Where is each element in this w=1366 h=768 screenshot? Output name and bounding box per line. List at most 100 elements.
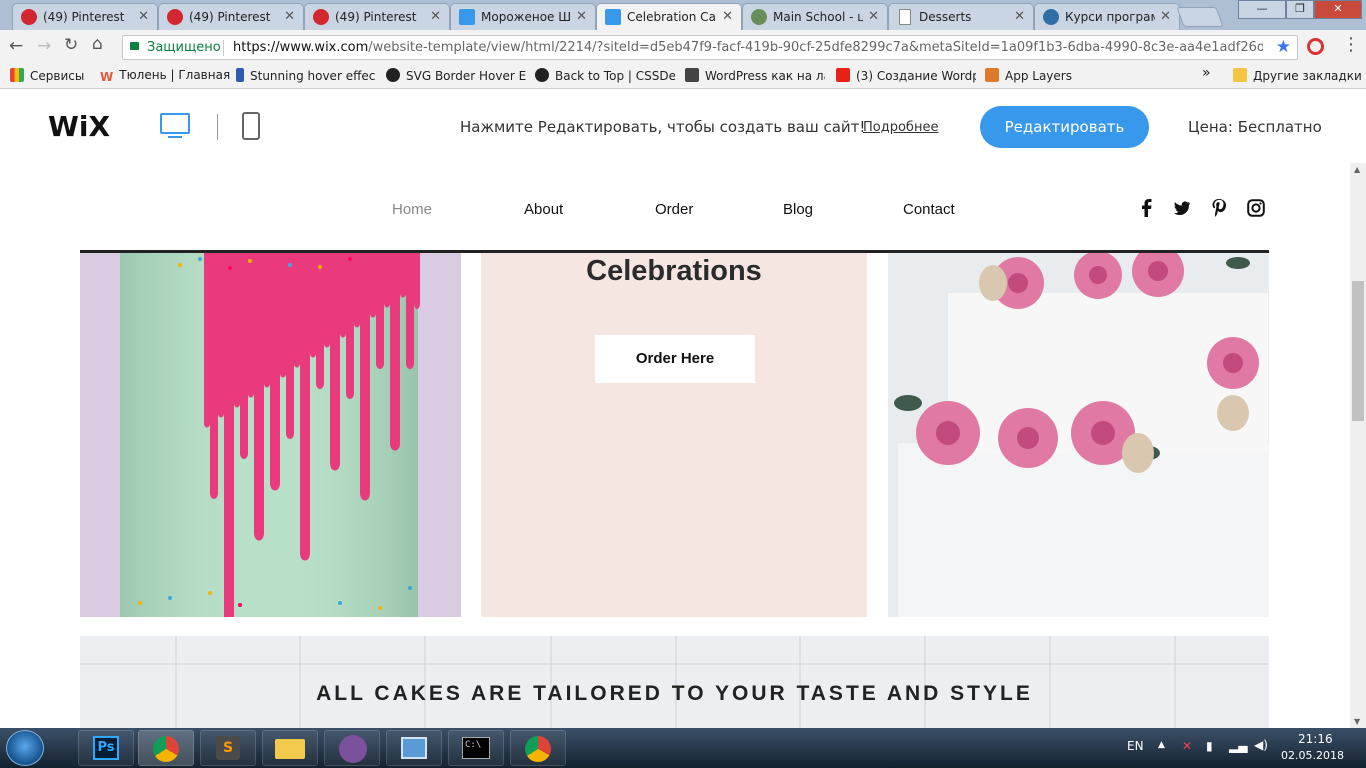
taskbar-sublime[interactable]: S [200,730,256,766]
twitter-icon[interactable] [1173,199,1191,217]
home-icon[interactable]: ⌂ [92,34,103,54]
bookmark-item[interactable]: App Layers [985,68,1072,83]
new-tab-button[interactable] [1176,7,1224,27]
scrollbar-thumb[interactable] [1352,281,1364,421]
bookmark-item[interactable]: SVG Border Hover Ef [386,68,526,83]
tab-title: Мороженое Ша [481,10,571,24]
tab-title: Main School - ц [773,10,863,24]
tab-title: Desserts [919,10,972,24]
forward-icon[interactable]: → [37,36,51,56]
rose-cake-illustration [888,253,1269,617]
bookmark-item[interactable]: (3) Создание Wordp [836,68,976,83]
menu-icon[interactable]: ⋮ [1342,34,1360,55]
tab-title: (49) Pinterest [43,10,125,24]
taskbar-chrome[interactable] [510,730,566,766]
nav-order[interactable]: Order [655,201,693,218]
minimize-button[interactable]: — [1238,0,1286,19]
taskbar-chrome[interactable] [138,730,194,766]
bookmark-item[interactable]: WordPress как на ла [685,68,825,83]
instagram-icon[interactable] [1247,199,1265,217]
apps-icon [10,68,24,82]
bookmark-item[interactable]: Stunning hover effec [236,68,376,83]
close-tab-icon[interactable]: ✕ [284,9,295,24]
browser-tab-active[interactable]: Celebration Cak ✕ [596,3,742,31]
applayers-icon [985,68,999,82]
url-host: https://www.wix.com [233,40,369,55]
signal-icon[interactable]: ▂▄ [1229,739,1247,753]
nav-contact[interactable]: Contact [903,201,955,218]
network-alert-icon[interactable]: ✕ [1182,739,1192,753]
close-tab-icon[interactable]: ✕ [1014,9,1025,24]
bookmark-item[interactable]: Back to Top | CSSDe [535,68,675,83]
desktop-view-icon[interactable] [160,113,190,134]
tab-strip: (49) Pinterest ✕ (49) Pinterest ✕ (49) P… [0,0,1366,31]
language-indicator[interactable]: EN [1127,739,1144,753]
taskbar-control-panel[interactable] [386,730,442,766]
price-label: Цена: Бесплатно [1188,118,1322,136]
bookmarks-bar: Сервисы W Тюлень | Главная Stunning hover… [0,63,1366,89]
volume-icon[interactable]: ◀) [1254,738,1268,752]
explorer-icon [275,739,305,759]
nav-blog[interactable]: Blog [783,201,813,218]
browser-tab[interactable]: Main School - ц ✕ [742,3,888,30]
browser-tab[interactable]: (49) Pinterest ✕ [304,3,450,30]
tagline: ALL CAKES ARE TAILORED TO YOUR TASTE AND… [316,682,1033,705]
codepen-icon [535,68,549,82]
wix-favicon [605,9,621,25]
scroll-up-icon[interactable]: ▲ [1354,165,1360,174]
back-icon[interactable]: ← [9,36,23,56]
viber-icon [339,735,367,763]
wix-logo[interactable]: WiX [48,110,110,143]
browser-tab[interactable]: (49) Pinterest ✕ [12,3,158,30]
bookmark-star-icon[interactable]: ★ [1276,37,1291,57]
tray-expand-icon[interactable]: ▲ [1158,740,1165,750]
bookmark-item[interactable]: Сервисы [10,68,84,83]
rose-cake-image [888,253,1269,617]
chrome-icon [525,736,551,762]
facebook-icon[interactable] [1139,199,1153,217]
nav-about[interactable]: About [524,201,563,218]
battery-icon[interactable]: ▮ [1206,739,1213,753]
reload-icon[interactable]: ↻ [64,35,78,55]
mobile-view-icon[interactable] [242,112,260,140]
security-label: Защищено [147,40,221,55]
bookmarks-overflow[interactable]: » [1202,65,1211,81]
close-tab-icon[interactable]: ✕ [576,9,587,24]
scroll-down-icon[interactable]: ▼ [1354,717,1360,726]
other-bookmarks[interactable]: Другие закладки [1233,68,1362,83]
taskbar-cmd[interactable]: C:\ [448,730,504,766]
clock-date[interactable]: 02.05.2018 [1281,749,1344,762]
maximize-button[interactable]: ❐ [1286,0,1314,19]
clock-time[interactable]: 21:16 [1298,732,1333,746]
browser-tab[interactable]: Desserts ✕ [888,3,1034,30]
taskbar-viber[interactable] [324,730,380,766]
close-tab-icon[interactable]: ✕ [722,9,733,24]
edit-button[interactable]: Редактировать [980,106,1149,148]
address-bar[interactable]: Защищено https://www.wix.com/website-tem… [122,35,1298,60]
browser-tab[interactable]: Мороженое Ша ✕ [450,3,596,30]
close-tab-icon[interactable]: ✕ [138,9,149,24]
learn-more-link[interactable]: Подробнее [863,120,938,135]
opera-extension-icon[interactable] [1307,38,1324,55]
bookmark-item[interactable]: W Тюлень | Главная [100,68,230,84]
nav-home[interactable]: Home [392,201,432,218]
photoshop-icon: Ps [93,736,119,760]
close-window-button[interactable]: ✕ [1314,0,1362,19]
order-here-button[interactable]: Order Here [595,335,755,383]
browser-tab[interactable]: (49) Pinterest ✕ [158,3,304,30]
close-tab-icon[interactable]: ✕ [868,9,879,24]
url-path: /website-template/view/html/2214/?siteId… [368,40,1263,55]
lock-icon [130,42,139,50]
start-button[interactable] [6,730,44,766]
codepen-icon [386,68,400,82]
bookmark-label: Сервисы [30,69,85,83]
close-tab-icon[interactable]: ✕ [430,9,441,24]
close-tab-icon[interactable]: ✕ [1160,9,1171,24]
taskbar-photoshop[interactable]: Ps [78,730,134,766]
browser-tab[interactable]: Курси програм ✕ [1034,3,1180,30]
chrome-icon [153,736,179,762]
taskbar-explorer[interactable] [262,730,318,766]
page-scrollbar[interactable]: ▲ ▼ [1350,163,1366,728]
url-text[interactable]: https://www.wix.com/website-template/vie… [233,40,1263,55]
pinterest-icon[interactable] [1211,199,1227,217]
